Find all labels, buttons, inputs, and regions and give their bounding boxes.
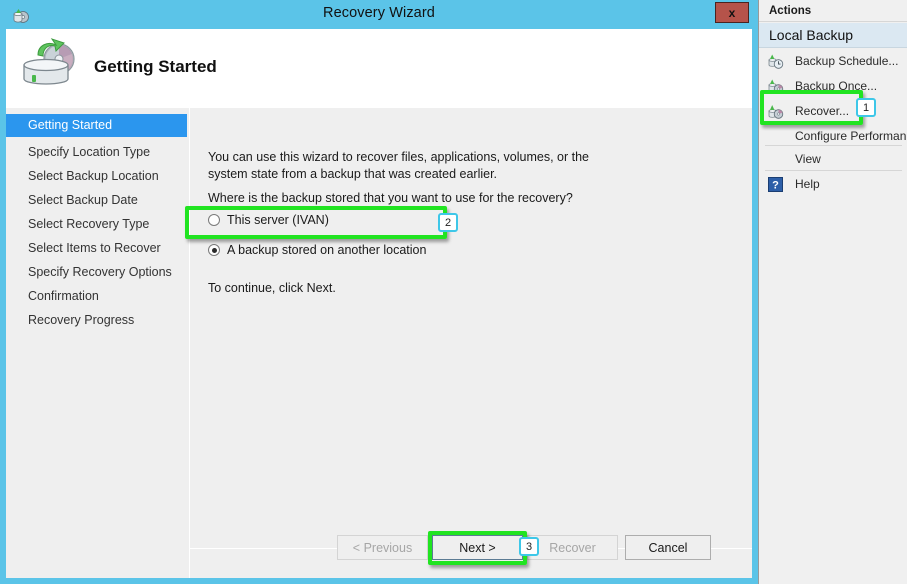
svg-text:?: ? xyxy=(772,180,779,192)
step-badge-2: 2 xyxy=(438,213,458,232)
highlight-another-location-option xyxy=(185,206,447,239)
actions-caption: Actions xyxy=(759,0,907,22)
radio-icon-another-location[interactable] xyxy=(208,244,220,256)
action-label: Backup Schedule... xyxy=(795,54,899,68)
sidebar-item-getting-started[interactable]: Getting Started xyxy=(6,114,187,137)
actions-divider xyxy=(765,145,902,146)
help-icon: ? xyxy=(768,177,783,192)
page-title: Getting Started xyxy=(94,57,217,76)
window-titlebar: Recovery Wizard x xyxy=(0,0,758,29)
highlight-recover-action xyxy=(760,90,863,125)
sidebar-item-select-backup-location[interactable]: Select Backup Location xyxy=(6,165,187,188)
sidebar-item-select-items-to-recover[interactable]: Select Items to Recover xyxy=(6,237,187,260)
window-title: Recovery Wizard xyxy=(323,5,435,21)
sidebar-item-specify-location-type[interactable]: Specify Location Type xyxy=(6,141,187,164)
sidebar-item-confirmation[interactable]: Confirmation xyxy=(6,285,187,308)
action-label: View xyxy=(795,152,821,166)
previous-button: < Previous xyxy=(337,535,428,560)
actions-panel: Actions Local Backup Backup Schedule... xyxy=(758,0,907,584)
close-button[interactable]: x xyxy=(715,2,749,23)
wizard-content: You can use this wizard to recover files… xyxy=(189,108,752,548)
recovery-wizard-window: Recovery Wizard x Getting Started Gettin… xyxy=(0,0,758,584)
backup-schedule-icon xyxy=(768,54,784,69)
recover-button: Recover xyxy=(527,535,618,560)
intro-text: You can use this wizard to recover files… xyxy=(208,150,589,181)
radio-label-another-location: A backup stored on another location xyxy=(227,243,427,257)
step-badge-1: 1 xyxy=(856,98,876,117)
action-view[interactable]: View xyxy=(759,147,907,172)
action-help[interactable]: ? Help xyxy=(759,172,907,197)
highlight-next-button xyxy=(428,531,527,565)
sidebar-item-select-backup-date[interactable]: Select Backup Date xyxy=(6,189,187,212)
screen: Recovery Wizard x Getting Started Gettin… xyxy=(0,0,907,584)
wizard-frame: Getting Started Getting Started Specify … xyxy=(6,29,752,578)
wizard-steps-nav: Getting Started Specify Location Type Se… xyxy=(6,108,187,578)
radio-another-location[interactable]: A backup stored on another location xyxy=(208,243,426,257)
restore-disk-icon xyxy=(23,38,75,85)
action-label: Help xyxy=(795,177,820,191)
actions-group-local-backup: Local Backup xyxy=(759,23,907,48)
footer-hint: To continue, click Next. xyxy=(208,281,336,295)
wizard-header: Getting Started xyxy=(6,29,752,108)
sidebar-item-specify-recovery-options[interactable]: Specify Recovery Options xyxy=(6,261,187,284)
actions-divider-2 xyxy=(765,170,902,171)
sidebar-item-select-recovery-type[interactable]: Select Recovery Type xyxy=(6,213,187,236)
cancel-button[interactable]: Cancel xyxy=(625,535,711,560)
action-backup-schedule[interactable]: Backup Schedule... xyxy=(759,49,907,74)
sidebar-item-recovery-progress[interactable]: Recovery Progress xyxy=(6,309,187,332)
step-badge-3: 3 xyxy=(519,537,539,556)
question-text: Where is the backup stored that you want… xyxy=(208,191,573,205)
